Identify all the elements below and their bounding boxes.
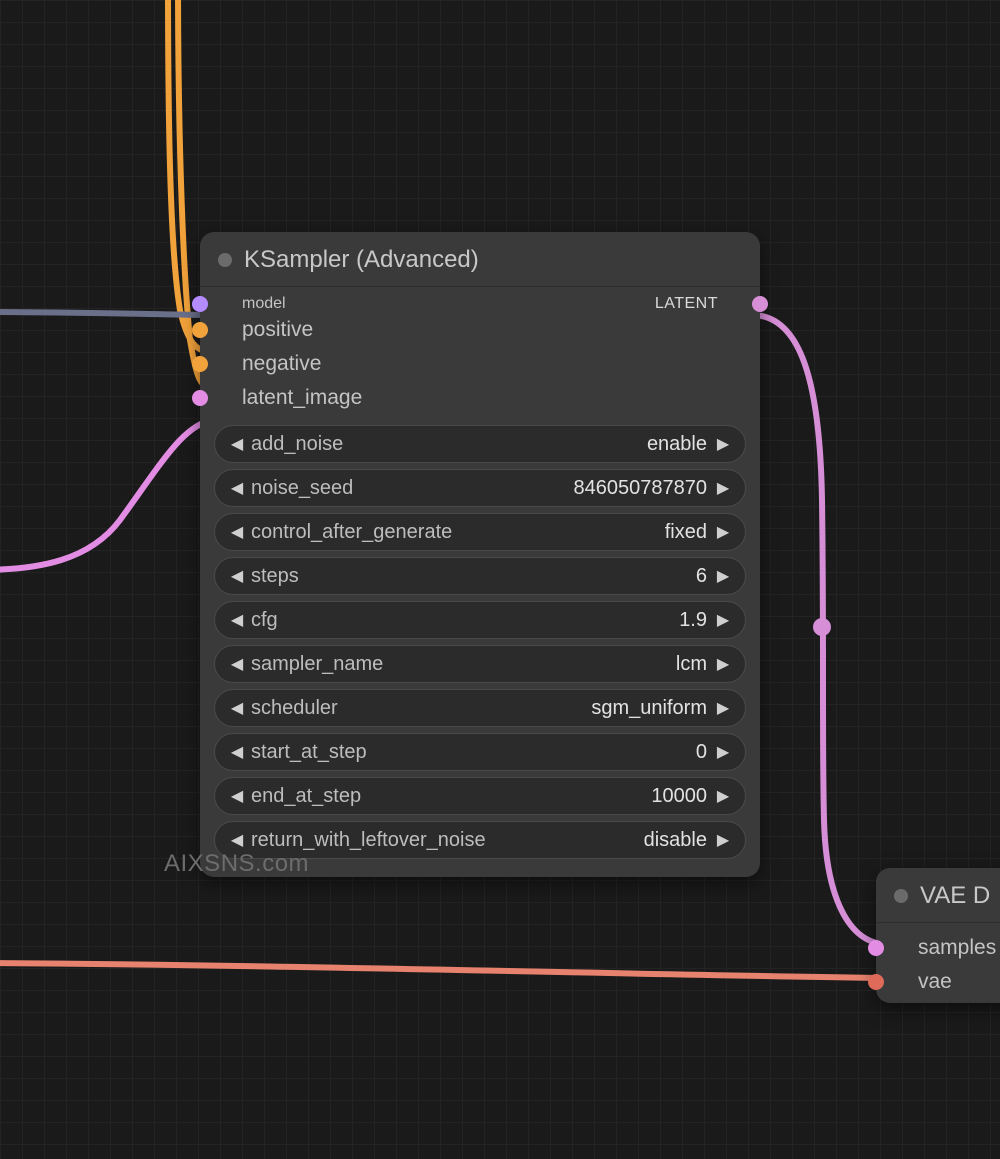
widget-end-at-step[interactable]: ◀ end_at_step 10000 ▶ bbox=[214, 777, 746, 815]
arrow-right-icon[interactable]: ▶ bbox=[713, 478, 733, 498]
node-vae-decode[interactable]: VAE D samples vae bbox=[876, 868, 1000, 1003]
widgets-container: ◀ add_noise enable ▶ ◀ noise_seed 846050… bbox=[200, 419, 760, 877]
node-ksampler-advanced[interactable]: KSampler (Advanced) model LATENT positiv… bbox=[200, 232, 760, 877]
widget-label: start_at_step bbox=[251, 741, 367, 764]
widget-label: sampler_name bbox=[251, 653, 383, 676]
node-title: VAE D bbox=[920, 882, 990, 910]
input-port-vae[interactable] bbox=[868, 974, 884, 990]
widget-label: end_at_step bbox=[251, 785, 361, 808]
arrow-right-icon[interactable]: ▶ bbox=[713, 522, 733, 542]
widget-label: control_after_generate bbox=[251, 521, 452, 544]
arrow-left-icon[interactable]: ◀ bbox=[227, 434, 247, 454]
input-port-positive[interactable] bbox=[192, 322, 208, 338]
arrow-left-icon[interactable]: ◀ bbox=[227, 786, 247, 806]
node-title: KSampler (Advanced) bbox=[244, 246, 479, 274]
collapse-dot-icon[interactable] bbox=[218, 253, 232, 267]
widget-label: noise_seed bbox=[251, 477, 353, 500]
arrow-left-icon[interactable]: ◀ bbox=[227, 522, 247, 542]
widget-control-after-generate[interactable]: ◀ control_after_generate fixed ▶ bbox=[214, 513, 746, 551]
widget-label: steps bbox=[251, 565, 299, 588]
widget-value: enable bbox=[647, 433, 707, 456]
widget-value: fixed bbox=[665, 521, 707, 544]
widget-add-noise[interactable]: ◀ add_noise enable ▶ bbox=[214, 425, 746, 463]
widget-sampler-name[interactable]: ◀ sampler_name lcm ▶ bbox=[214, 645, 746, 683]
widget-value: lcm bbox=[676, 653, 707, 676]
arrow-right-icon[interactable]: ▶ bbox=[713, 830, 733, 850]
arrow-right-icon[interactable]: ▶ bbox=[713, 434, 733, 454]
widget-scheduler[interactable]: ◀ scheduler sgm_uniform ▶ bbox=[214, 689, 746, 727]
input-label-vae: vae bbox=[918, 970, 952, 994]
widget-start-at-step[interactable]: ◀ start_at_step 0 ▶ bbox=[214, 733, 746, 771]
arrow-left-icon[interactable]: ◀ bbox=[227, 742, 247, 762]
input-port-negative[interactable] bbox=[192, 356, 208, 372]
input-label-negative: negative bbox=[242, 352, 321, 376]
input-port-latent-image[interactable] bbox=[192, 390, 208, 406]
node-titlebar[interactable]: KSampler (Advanced) bbox=[200, 232, 760, 287]
input-port-samples[interactable] bbox=[868, 940, 884, 956]
arrow-right-icon[interactable]: ▶ bbox=[713, 742, 733, 762]
input-label-latent-image: latent_image bbox=[242, 386, 362, 410]
arrow-left-icon[interactable]: ◀ bbox=[227, 566, 247, 586]
output-label-latent: LATENT bbox=[655, 295, 718, 313]
widget-value: 0 bbox=[696, 741, 707, 764]
widget-value: 10000 bbox=[651, 785, 707, 808]
widget-value: disable bbox=[644, 829, 707, 852]
arrow-left-icon[interactable]: ◀ bbox=[227, 610, 247, 630]
widget-cfg[interactable]: ◀ cfg 1.9 ▶ bbox=[214, 601, 746, 639]
arrow-right-icon[interactable]: ▶ bbox=[713, 566, 733, 586]
widget-steps[interactable]: ◀ steps 6 ▶ bbox=[214, 557, 746, 595]
widget-value: sgm_uniform bbox=[591, 697, 707, 720]
arrow-left-icon[interactable]: ◀ bbox=[227, 830, 247, 850]
widget-label: add_noise bbox=[251, 433, 343, 456]
arrow-right-icon[interactable]: ▶ bbox=[713, 786, 733, 806]
arrow-right-icon[interactable]: ▶ bbox=[713, 654, 733, 674]
widget-label: scheduler bbox=[251, 697, 338, 720]
watermark-text: AIXSNS.com bbox=[164, 850, 309, 878]
input-label-model: model bbox=[242, 295, 286, 313]
arrow-right-icon[interactable]: ▶ bbox=[713, 610, 733, 630]
widget-label: cfg bbox=[251, 609, 278, 632]
input-port-model[interactable] bbox=[192, 296, 208, 312]
widget-value: 846050787870 bbox=[574, 477, 707, 500]
output-port-latent[interactable] bbox=[752, 296, 768, 312]
arrow-right-icon[interactable]: ▶ bbox=[713, 698, 733, 718]
arrow-left-icon[interactable]: ◀ bbox=[227, 478, 247, 498]
input-label-positive: positive bbox=[242, 318, 313, 342]
widget-noise-seed[interactable]: ◀ noise_seed 846050787870 ▶ bbox=[214, 469, 746, 507]
widget-value: 1.9 bbox=[679, 609, 707, 632]
arrow-left-icon[interactable]: ◀ bbox=[227, 698, 247, 718]
widget-value: 6 bbox=[696, 565, 707, 588]
collapse-dot-icon[interactable] bbox=[894, 889, 908, 903]
input-label-samples: samples bbox=[918, 936, 996, 960]
node-titlebar[interactable]: VAE D bbox=[876, 868, 1000, 923]
widget-label: return_with_leftover_noise bbox=[251, 829, 486, 852]
arrow-left-icon[interactable]: ◀ bbox=[227, 654, 247, 674]
